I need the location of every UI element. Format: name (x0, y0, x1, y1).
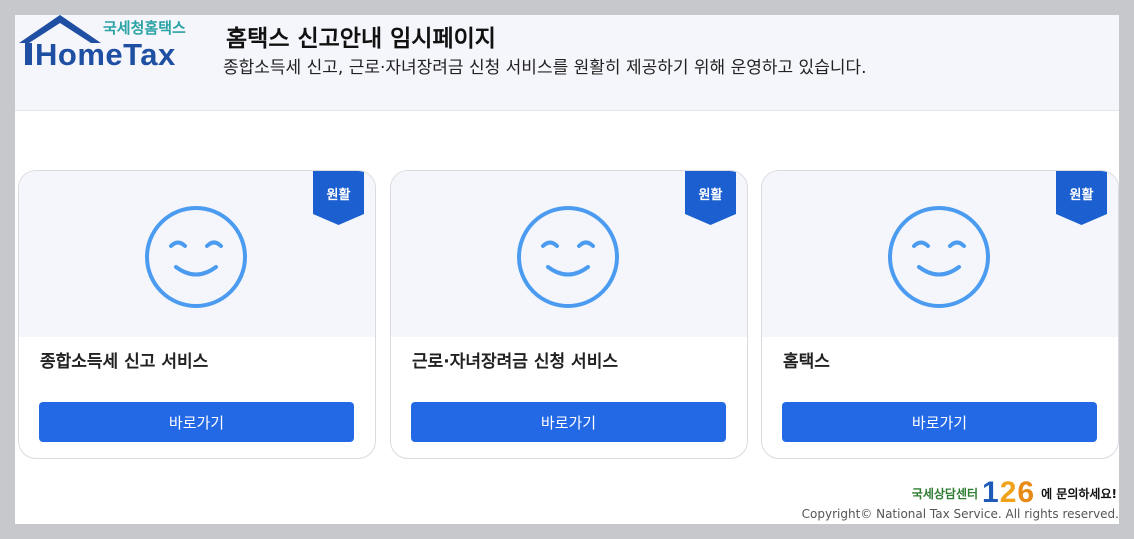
status-badge-label: 원활 (698, 188, 723, 203)
go-button-hometax[interactable]: 바로가기 (782, 402, 1097, 442)
help-center-label: 국세상담센터 (911, 486, 979, 501)
status-badge-label: 원활 (326, 188, 351, 203)
card-title: 홈택스 (783, 352, 830, 372)
smiley-icon (888, 206, 990, 308)
page: 국세청홈택스 HomeTax 홈택스 신고안내 임시페이지 종합소득세 신고, … (15, 15, 1119, 524)
status-badge: 원활 (313, 171, 364, 225)
page-subtitle: 종합소득세 신고, 근로·자녀장려금 신청 서비스를 원활히 제공하기 위해 운… (223, 58, 867, 78)
logo-wordmark: HomeTax (35, 37, 176, 72)
logo-subtitle: 국세청홈택스 (103, 19, 186, 37)
service-card-income-tax: 원활 종합소득세 신고 서비스 바로가기 (18, 170, 376, 459)
help-center-text: 에 문의하세요! (1041, 486, 1117, 501)
hometax-logo[interactable]: 국세청홈택스 HomeTax (17, 15, 192, 75)
go-button-incentive[interactable]: 바로가기 (411, 402, 726, 442)
status-badge-label: 원활 (1069, 188, 1094, 203)
smiley-icon (145, 206, 247, 308)
status-badge: 원활 (1056, 171, 1107, 225)
copyright: Copyright© National Tax Service. All rig… (801, 507, 1119, 521)
page-title: 홈택스 신고안내 임시페이지 (226, 26, 496, 52)
help-center-banner: 국세상담센터 126 에 문의하세요! (911, 476, 1117, 509)
go-button-income-tax[interactable]: 바로가기 (39, 402, 354, 442)
header: 국세청홈택스 HomeTax 홈택스 신고안내 임시페이지 종합소득세 신고, … (15, 15, 1119, 111)
card-title: 근로·자녀장려금 신청 서비스 (412, 352, 618, 372)
smiley-icon (517, 206, 619, 308)
service-card-hometax: 원활 홈택스 바로가기 (761, 170, 1119, 459)
status-badge: 원활 (685, 171, 736, 225)
card-title: 종합소득세 신고 서비스 (40, 352, 209, 372)
help-center-number: 126 (982, 476, 1036, 509)
service-card-incentive: 원활 근로·자녀장려금 신청 서비스 바로가기 (390, 170, 748, 459)
